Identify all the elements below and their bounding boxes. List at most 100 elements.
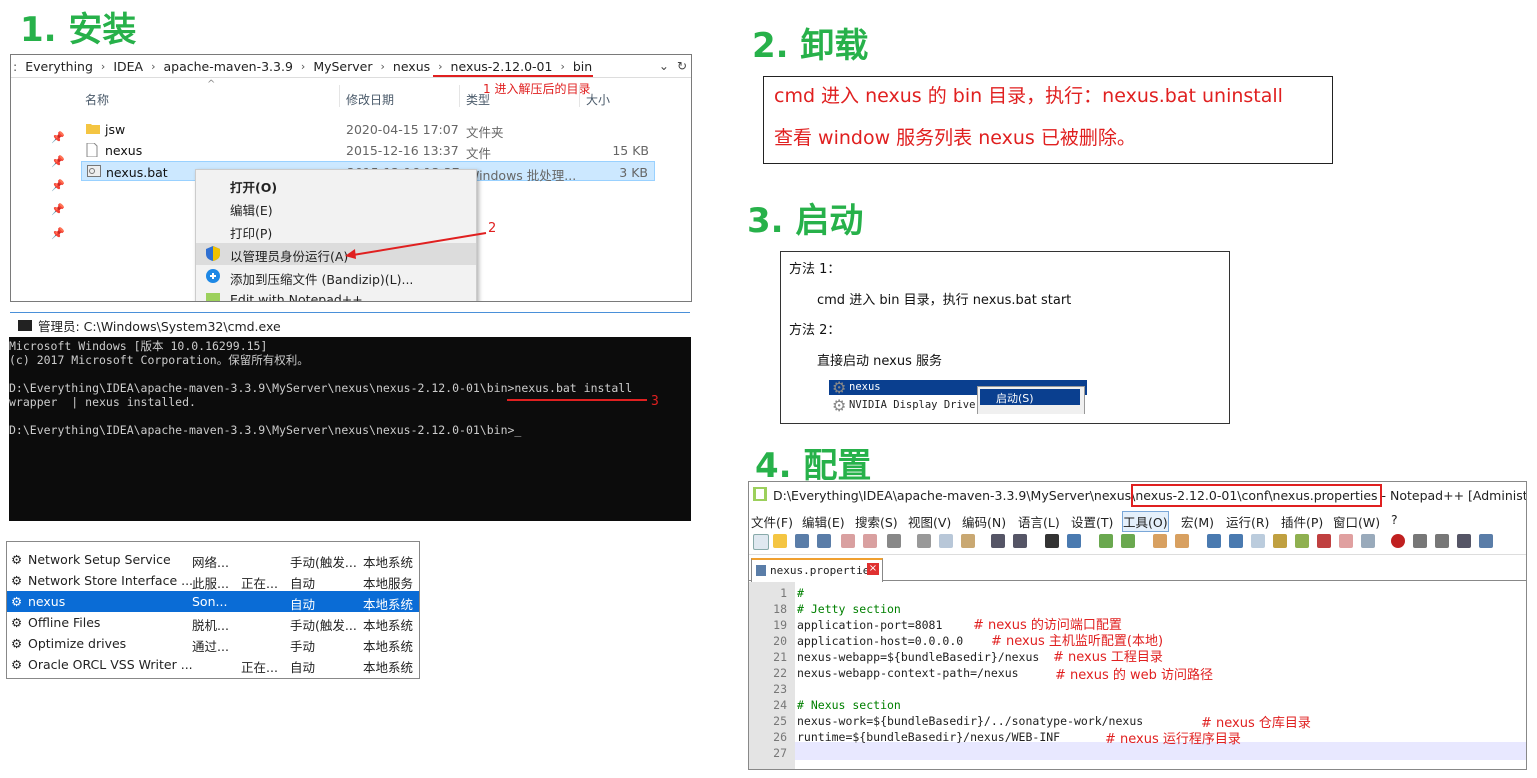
stop-icon[interactable] — [1413, 534, 1427, 548]
column-type[interactable]: 类型 — [466, 91, 490, 108]
menu-language[interactable]: 语言(L) — [1018, 512, 1060, 531]
find-icon[interactable] — [1045, 534, 1059, 548]
indent-guide-icon[interactable] — [1251, 534, 1265, 548]
tab-bar: nexus.properties × — [749, 558, 1526, 582]
doc-map-icon[interactable] — [1295, 534, 1309, 548]
breadcrumb-item[interactable]: bin — [565, 59, 600, 74]
file-row[interactable]: nexus 2015-12-16 13:37 文件 15 KB — [81, 140, 655, 161]
menu-item-start[interactable]: 启动(S) — [980, 389, 1080, 405]
save-macro-icon[interactable] — [1479, 534, 1493, 548]
cmd-console[interactable]: Microsoft Windows [版本 10.0.16299.15] (c)… — [9, 337, 691, 521]
zoom-out-icon[interactable] — [1121, 534, 1135, 548]
save-all-icon[interactable] — [817, 534, 831, 548]
service-row-selected[interactable]: ⚙ nexus Son... 自动 本地系统 — [7, 591, 419, 612]
menu-item-notepadpp[interactable]: Edit with Notepad++ — [196, 289, 476, 301]
function-list-icon[interactable] — [1317, 534, 1331, 548]
breadcrumb-item[interactable]: MyServer — [305, 59, 380, 74]
refresh-icon[interactable]: ↻ — [677, 59, 687, 73]
replace-icon[interactable] — [1067, 534, 1081, 548]
column-name[interactable]: 名称 — [85, 91, 109, 108]
play-multiple-icon[interactable] — [1457, 534, 1471, 548]
open-file-icon[interactable] — [773, 534, 787, 548]
annotation-arrow — [345, 232, 487, 259]
copy-icon[interactable] — [939, 534, 953, 548]
menu-settings[interactable]: 设置(T) — [1071, 512, 1113, 531]
pin-icon[interactable]: 📌 — [51, 179, 65, 192]
column-date[interactable]: 修改日期 — [346, 91, 394, 108]
paste-icon[interactable] — [961, 534, 975, 548]
monitor-icon[interactable] — [1361, 534, 1375, 548]
pin-icon[interactable]: 📌 — [51, 203, 65, 216]
record-icon[interactable] — [1391, 534, 1405, 548]
menu-help[interactable]: ? — [1391, 512, 1398, 527]
service-row[interactable]: ⚙ Network Store Interface ... 此服... 正在..… — [7, 570, 419, 591]
breadcrumb-item[interactable]: nexus — [385, 59, 438, 74]
close-all-icon[interactable] — [863, 534, 877, 548]
breadcrumb-item[interactable]: apache-maven-3.3.9 — [155, 59, 300, 74]
pin-icon[interactable]: 📌 — [51, 131, 65, 144]
gear-icon: ⚙ — [11, 573, 23, 588]
uninstall-title: 2. 卸载 — [752, 26, 869, 66]
udl-icon[interactable] — [1273, 534, 1287, 548]
save-icon[interactable] — [795, 534, 809, 548]
word-wrap-icon[interactable] — [1207, 534, 1221, 548]
menu-item-open[interactable]: 打开(O) — [196, 174, 476, 196]
breadcrumb-item[interactable]: Everything — [17, 59, 101, 74]
service-row[interactable]: ⚙ Oracle ORCL VSS Writer ... 正在... 自动 本地… — [7, 654, 419, 675]
gear-icon: ⚙ — [11, 594, 23, 609]
folder-icon — [86, 122, 100, 137]
breadcrumb-item[interactable]: nexus-2.12.0-01 — [443, 59, 561, 74]
menu-macro[interactable]: 宏(M) — [1181, 512, 1214, 531]
sync-h-icon[interactable] — [1175, 534, 1189, 548]
config-title: 4. 配置 — [755, 446, 872, 486]
window-title: D:\Everything\IDEA\apache-maven-3.3.9\My… — [749, 482, 1526, 508]
start-instructions: 方法 1： cmd 进入 bin 目录，执行 nexus.bat start 方… — [780, 251, 1230, 424]
tab-nexus-properties[interactable]: nexus.properties × — [751, 558, 883, 582]
menu-edit[interactable]: 编辑(E) — [802, 512, 845, 531]
method-2-text: 直接启动 nexus 服务 — [817, 354, 942, 369]
bandizip-icon — [206, 269, 220, 286]
menu-item-edit[interactable]: 编辑(E) — [196, 197, 476, 219]
bat-file-icon — [87, 165, 101, 180]
menu-encoding[interactable]: 编码(N) — [962, 512, 1006, 531]
chevron-down-icon[interactable]: ⌄ — [659, 59, 669, 73]
pin-icon[interactable]: 📌 — [51, 227, 65, 240]
cut-icon[interactable] — [917, 534, 931, 548]
service-row[interactable]: ⚙ Optimize drives 通过... 手动 本地系统 — [7, 633, 419, 654]
menu-run[interactable]: 运行(R) — [1226, 512, 1269, 531]
close-tab-icon[interactable]: × — [867, 563, 879, 575]
redo-icon[interactable] — [1013, 534, 1027, 548]
menu-view[interactable]: 视图(V) — [908, 512, 951, 531]
menu-plugins[interactable]: 插件(P) — [1281, 512, 1323, 531]
annotation-1: 1 进入解压后的目录 — [483, 82, 591, 96]
service-name: NVIDIA Display Driver — [849, 399, 982, 411]
sync-v-icon[interactable] — [1153, 534, 1167, 548]
gear-icon: ⚙ — [11, 615, 23, 630]
column-size[interactable]: 大小 — [586, 91, 610, 108]
menu-item-bandizip[interactable]: 添加到压缩文件 (Bandizip)(L)... — [196, 266, 476, 288]
menu-tools[interactable]: 工具(O) — [1122, 511, 1169, 532]
service-row[interactable]: ⚙ Network Setup Service 网络... 手动(触发... 本… — [7, 549, 419, 570]
zoom-in-icon[interactable] — [1099, 534, 1113, 548]
service-row[interactable]: ⚙ Offline Files 脱机... 手动(触发... 本地系统 — [7, 612, 419, 633]
line-number-gutter: 1 18 19 20 21 22 23 24 25 26 27 — [749, 582, 795, 769]
folder-workspace-icon[interactable] — [1339, 534, 1353, 548]
menu-file[interactable]: 文件(F) — [751, 512, 793, 531]
breadcrumb-item[interactable]: IDEA — [105, 59, 151, 74]
sort-arrow-icon: ^ — [207, 79, 216, 90]
notepadpp-window: D:\Everything\IDEA\apache-maven-3.3.9\My… — [748, 481, 1527, 770]
title-highlight: nexus-2.12.0-01\conf\nexus.properties — [1131, 484, 1382, 507]
file-row[interactable]: jsw 2020-04-15 17:07 文件夹 — [81, 119, 655, 140]
new-file-icon[interactable] — [753, 534, 769, 550]
menu-bar: 文件(F) 编辑(E) 搜索(S) 视图(V) 编码(N) 语言(L) 设置(T… — [749, 510, 1526, 532]
menu-search[interactable]: 搜索(S) — [855, 512, 898, 531]
show-all-chars-icon[interactable] — [1229, 534, 1243, 548]
code-editor[interactable]: # # Jetty section application-port=8081 … — [795, 582, 1526, 769]
service-name: nexus — [849, 381, 881, 393]
play-icon[interactable] — [1435, 534, 1449, 548]
print-icon[interactable] — [887, 534, 901, 548]
menu-window[interactable]: 窗口(W) — [1333, 512, 1380, 531]
pin-icon[interactable]: 📌 — [51, 155, 65, 168]
undo-icon[interactable] — [991, 534, 1005, 548]
close-icon[interactable] — [841, 534, 855, 548]
